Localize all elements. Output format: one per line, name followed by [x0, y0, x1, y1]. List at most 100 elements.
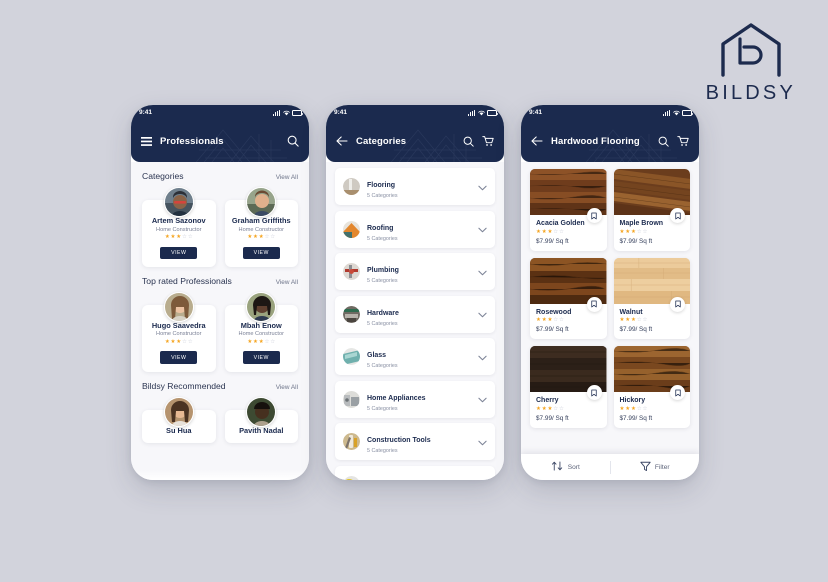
view-button[interactable]: VIEW — [242, 246, 280, 259]
recommended-card[interactable]: Su Hua — [142, 396, 216, 443]
phone-mockup-professionals: 9:41 Professionals Categories View All A… — [131, 105, 309, 480]
chevron-down-icon[interactable] — [478, 348, 487, 366]
thumb-hardware — [343, 305, 360, 323]
chevron-down-icon[interactable] — [478, 305, 487, 323]
search-icon[interactable] — [658, 136, 669, 147]
professional-role: Home Constructor — [238, 331, 284, 338]
bookmark-icon[interactable] — [586, 296, 602, 312]
view-button[interactable]: VIEW — [242, 351, 280, 364]
bookmark-icon[interactable] — [586, 208, 602, 223]
filter-button[interactable]: Filter — [611, 461, 700, 474]
category-name: Flooring — [367, 182, 395, 189]
thumb-roofing — [343, 220, 360, 238]
category-name: Glass — [367, 352, 387, 359]
phone-mockup-categories: 9:41 Categories Flooring 5 Categories Ro… — [326, 105, 504, 480]
rating-stars: ★ ★ ★ ☆ ☆ — [247, 234, 276, 240]
product-card[interactable]: Hickory ★ ★ ★ ☆ ☆ $7.99/ Sq ft — [613, 346, 690, 428]
product-price: $7.99/ Sq ft — [536, 237, 569, 245]
wood-hickory — [613, 346, 690, 400]
chevron-down-icon[interactable] — [478, 390, 487, 408]
rating-stars: ★ ★ ★ ☆ ☆ — [619, 317, 648, 323]
recommended-card[interactable]: Pavith Nadal — [224, 396, 298, 443]
back-arrow-icon[interactable] — [531, 136, 543, 146]
list-item[interactable]: Glass 5 Categories — [335, 338, 495, 375]
list-item[interactable]: Plumbing 5 Categories — [335, 253, 495, 290]
screen-body-categories[interactable]: Flooring 5 Categories Roofing 5 Categori… — [326, 162, 504, 480]
professional-card[interactable]: Hugo Saavedra Home Constructor ★ ★ ★ ☆ ☆ VIE… — [142, 291, 216, 372]
chevron-down-icon[interactable] — [478, 475, 487, 480]
product-card[interactable]: Rosewood ★ ★ ★ ☆ ☆ $7.99/ Sq ft — [530, 257, 607, 339]
search-icon[interactable] — [287, 135, 299, 147]
professional-card[interactable]: Graham Griffiths Home Constructor ★ ★ ★ ☆ ☆ … — [224, 187, 298, 267]
battery-icon — [292, 110, 303, 116]
category-count: 5 Categories — [367, 405, 398, 412]
view-all-link[interactable]: View All — [276, 279, 298, 286]
section-header-recommended: Bildsy Recommended View All — [131, 372, 309, 397]
category-name: Roofing — [367, 224, 394, 232]
sort-button[interactable]: Sort — [521, 461, 610, 473]
rating-stars: ★ ★ ★ ☆ ☆ — [164, 234, 193, 240]
list-item[interactable]: Electrical Fittings 5 Categories — [335, 465, 495, 480]
brand-logo: BILDSY — [706, 22, 796, 105]
section-title: Categories — [142, 171, 184, 181]
product-card[interactable]: Cherry ★ ★ ★ ☆ ☆ $7.99/ Sq ft — [530, 346, 607, 428]
cart-icon[interactable] — [482, 135, 494, 147]
phone-mockup-hardwood-flooring: 9:41 Hardwood Flooring Acacia Golden ★ ★… — [521, 105, 699, 480]
rating-stars: ★ ★ ★ ☆ ☆ — [536, 228, 564, 235]
product-card[interactable]: Walnut ★ ★ ★ ☆ ☆ $7.99/ Sq ft — [613, 257, 690, 339]
cart-icon[interactable] — [677, 135, 689, 147]
professional-card[interactable]: Mbah Enow Home Constructor ★ ★ ★ ☆ ☆ VIEW — [224, 291, 298, 372]
status-time: 9:41 — [334, 109, 348, 116]
hamburger-menu-icon[interactable] — [141, 136, 152, 146]
thumb-construction-tools — [343, 433, 360, 450]
thumb-plumbing — [343, 263, 360, 280]
view-all-link[interactable]: View All — [276, 174, 298, 181]
view-all-link[interactable]: View All — [276, 384, 298, 391]
chevron-down-icon[interactable] — [478, 433, 487, 451]
sort-label: Sort — [567, 463, 580, 471]
bookmark-icon[interactable] — [670, 208, 685, 223]
category-count: 5 Categories — [367, 193, 398, 199]
view-button[interactable]: VIEW — [160, 351, 198, 364]
screen-body-professionals[interactable]: Categories View All Artem Sazonov Home C… — [131, 162, 309, 480]
wood-maple-brown — [613, 169, 690, 223]
professional-card[interactable]: Artem Sazonov Home Constructor ★ ★ ★ ☆ ☆ VIE… — [142, 187, 216, 267]
wood-walnut — [613, 257, 690, 312]
rating-stars: ★ ★ ★ ☆ ☆ — [536, 405, 564, 412]
bottom-fade — [131, 470, 309, 480]
brand-name: BILDSY — [705, 82, 796, 104]
chevron-down-icon[interactable] — [478, 178, 487, 196]
battery-icon — [487, 110, 498, 116]
bookmark-icon[interactable] — [670, 296, 685, 312]
chevron-down-icon[interactable] — [478, 263, 487, 281]
list-item[interactable]: Roofing 5 Categories — [335, 210, 495, 248]
status-icons — [663, 109, 693, 116]
list-item[interactable]: Flooring 5 Categories — [335, 168, 495, 205]
list-item[interactable]: Construction Tools 5 Categories — [335, 423, 495, 460]
category-count: 5 Categories — [367, 278, 398, 284]
screen-body-hardwood-flooring[interactable]: Acacia Golden ★ ★ ★ ☆ ☆ $7.99/ Sq ft Map… — [521, 162, 699, 480]
rating-stars: ★ ★ ★ ☆ ☆ — [619, 405, 648, 412]
chevron-down-icon[interactable] — [478, 220, 487, 238]
battery-icon — [682, 110, 693, 116]
product-card[interactable]: Maple Brown ★ ★ ★ ☆ ☆ $7.99/ Sq ft — [613, 169, 690, 251]
list-item[interactable]: Hardware 5 Categories — [335, 295, 495, 333]
bookmark-icon[interactable] — [586, 385, 602, 400]
bookmark-icon[interactable] — [670, 385, 685, 400]
app-header-categories: Categories — [326, 120, 504, 162]
page-title: Professionals — [160, 135, 224, 147]
search-icon[interactable] — [463, 136, 474, 147]
professional-role: Home Constructor — [156, 226, 202, 233]
professional-role: Home Constructor — [156, 331, 202, 338]
back-arrow-icon[interactable] — [336, 136, 348, 146]
section-header-top-rated: Top rated Professionals View All — [131, 267, 309, 292]
filter-label: Filter — [654, 463, 670, 471]
view-button[interactable]: VIEW — [160, 246, 198, 259]
list-item[interactable]: Home Appliances 5 Categories — [335, 380, 495, 418]
category-name: Home Appliances — [367, 394, 426, 402]
category-name: Construction Tools — [367, 437, 431, 444]
product-card[interactable]: Acacia Golden ★ ★ ★ ☆ ☆ $7.99/ Sq ft — [530, 169, 607, 251]
cellular-bars-icon — [663, 109, 670, 116]
bottom-action-bar: Sort Filter — [521, 454, 699, 480]
poster-stage: BILDSY 9:41 Professionals Categories Vie… — [0, 0, 828, 582]
